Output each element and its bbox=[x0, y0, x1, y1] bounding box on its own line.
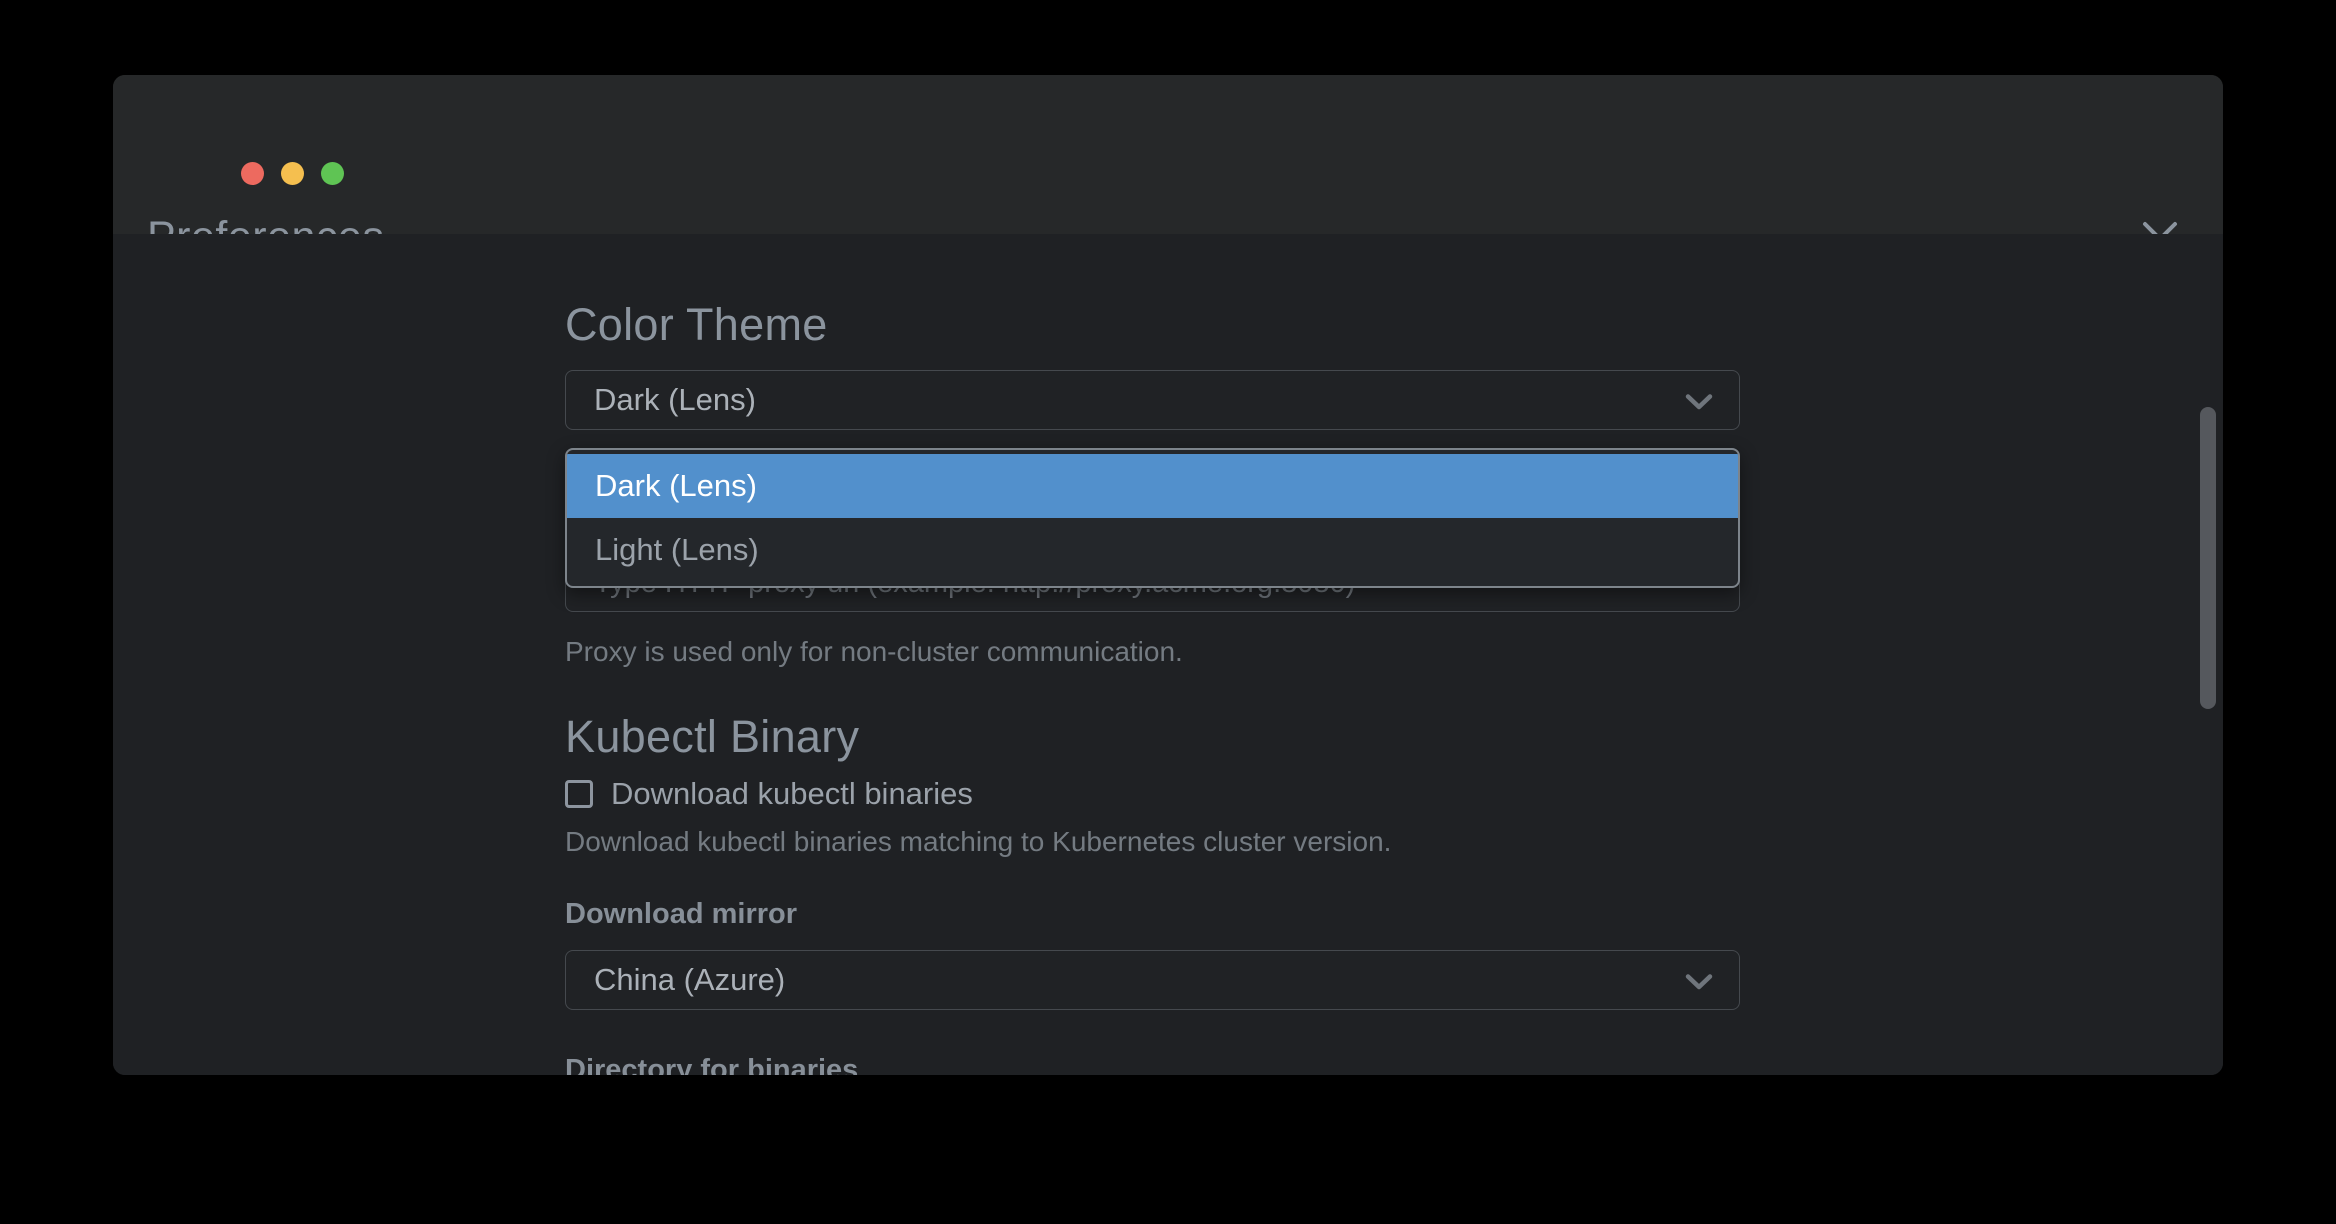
download-mirror-select-value: China (Azure) bbox=[594, 962, 785, 998]
preferences-window: Preferences Color Theme Dark (Lens) bbox=[113, 75, 2223, 1075]
dropdown-option-dark-lens[interactable]: Dark (Lens) bbox=[567, 454, 1738, 518]
section-heading-color-theme: Color Theme bbox=[565, 302, 828, 347]
minimize-traffic-light[interactable] bbox=[281, 162, 304, 185]
download-kubectl-checkbox-row[interactable]: Download kubectl binaries bbox=[565, 778, 973, 809]
settings-column: Color Theme Dark (Lens) Dark (Lens) Ligh… bbox=[565, 234, 1740, 1075]
preferences-content: Color Theme Dark (Lens) Dark (Lens) Ligh… bbox=[113, 234, 2223, 1075]
dropdown-option-light-lens[interactable]: Light (Lens) bbox=[567, 518, 1738, 582]
http-proxy-hint: Proxy is used only for non-cluster commu… bbox=[565, 638, 1183, 666]
color-theme-select[interactable]: Dark (Lens) bbox=[565, 370, 1740, 430]
download-kubectl-checkbox[interactable] bbox=[565, 780, 593, 808]
download-mirror-label: Download mirror bbox=[565, 900, 797, 929]
color-theme-select-value: Dark (Lens) bbox=[594, 382, 756, 418]
titlebar: Preferences bbox=[113, 75, 2223, 234]
close-traffic-light[interactable] bbox=[241, 162, 264, 185]
vertical-scrollbar[interactable] bbox=[2200, 407, 2216, 709]
chevron-down-icon bbox=[1685, 962, 1713, 998]
directory-for-binaries-label: Directory for binaries bbox=[565, 1056, 858, 1075]
download-kubectl-hint: Download kubectl binaries matching to Ku… bbox=[565, 828, 1391, 856]
section-heading-kubectl-binary: Kubectl Binary bbox=[565, 714, 859, 759]
download-kubectl-checkbox-label: Download kubectl binaries bbox=[611, 778, 973, 809]
chevron-down-icon bbox=[1685, 382, 1713, 418]
color-theme-dropdown-menu: Dark (Lens) Light (Lens) bbox=[565, 448, 1740, 588]
download-mirror-select[interactable]: China (Azure) bbox=[565, 950, 1740, 1010]
traffic-lights bbox=[241, 162, 344, 185]
zoom-traffic-light[interactable] bbox=[321, 162, 344, 185]
